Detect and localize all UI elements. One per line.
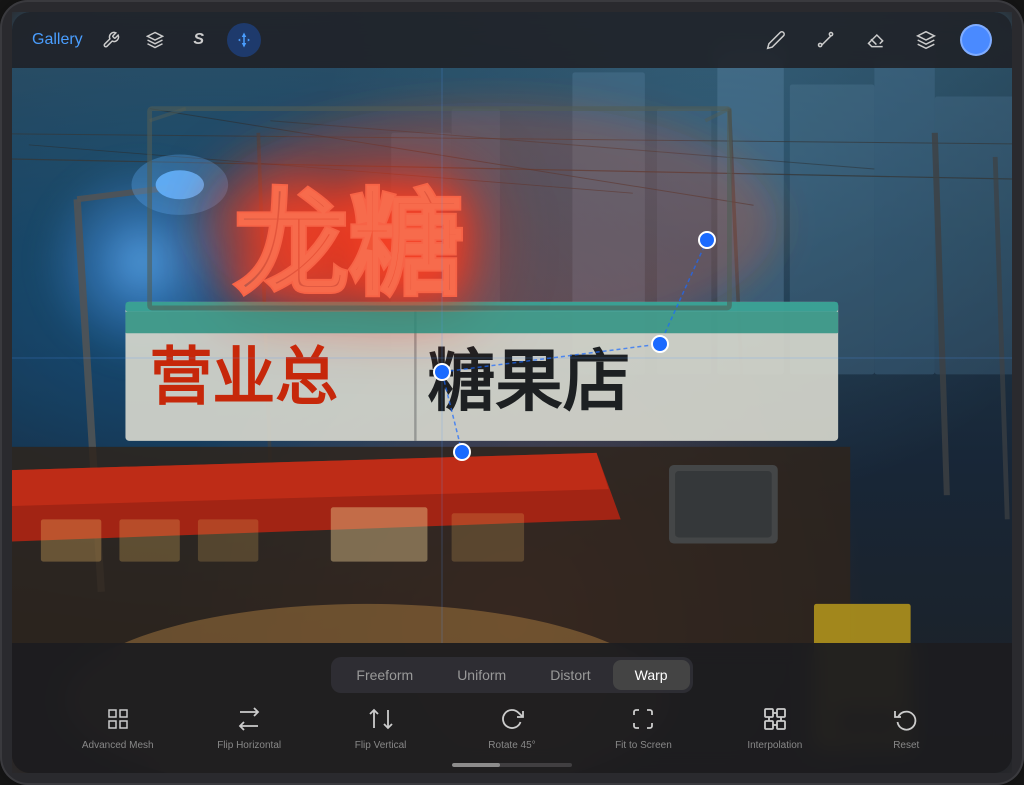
fit-to-screen-button[interactable]: Fit to Screen xyxy=(578,703,709,755)
eraser-tool-button[interactable] xyxy=(860,24,892,56)
flip-vertical-button[interactable]: Flip Vertical xyxy=(315,703,446,755)
freeform-tab[interactable]: Freeform xyxy=(334,660,435,690)
interpolation-button[interactable]: Interpolation xyxy=(709,703,840,755)
rotate-45-label: Rotate 45° xyxy=(488,740,535,751)
smudge-button[interactable]: S xyxy=(183,24,215,56)
wrench-button[interactable] xyxy=(95,24,127,56)
scroll-indicator xyxy=(452,763,572,767)
flip-vertical-label: Flip Vertical xyxy=(355,740,407,751)
advanced-mesh-icon xyxy=(106,707,130,735)
flip-vertical-icon xyxy=(369,707,393,735)
brush-tool-button[interactable] xyxy=(810,24,842,56)
reset-label: Reset xyxy=(893,740,919,751)
uniform-tab[interactable]: Uniform xyxy=(435,660,528,690)
interpolation-label: Interpolation xyxy=(747,740,802,751)
flip-horizontal-icon xyxy=(237,707,261,735)
gallery-button[interactable]: Gallery xyxy=(32,31,83,49)
color-selector[interactable] xyxy=(960,24,992,56)
pen-tool-button[interactable] xyxy=(760,24,792,56)
reset-button[interactable]: Reset xyxy=(841,703,972,755)
rotate-45-icon xyxy=(500,707,524,735)
adjustments-button[interactable] xyxy=(139,24,171,56)
flip-horizontal-label: Flip Horizontal xyxy=(217,740,281,751)
fit-to-screen-icon xyxy=(631,707,655,735)
fit-to-screen-label: Fit to Screen xyxy=(615,740,672,751)
rotate-45-button[interactable]: Rotate 45° xyxy=(446,703,577,755)
advanced-mesh-button[interactable]: Advanced Mesh xyxy=(52,703,183,755)
advanced-mesh-label: Advanced Mesh xyxy=(82,740,154,751)
screen: 营业总 糖果店 龙糖 龙糖 xyxy=(12,12,1012,773)
transform-button[interactable] xyxy=(227,23,261,57)
layers-button[interactable] xyxy=(910,24,942,56)
scroll-fill xyxy=(452,763,500,767)
street-light-glow xyxy=(42,162,242,362)
reset-icon xyxy=(894,707,918,735)
top-bar: Gallery S xyxy=(12,12,1012,68)
interpolation-icon xyxy=(763,707,787,735)
bottom-toolbar: Freeform Uniform Distort Warp Advanced M… xyxy=(12,643,1012,773)
flip-horizontal-button[interactable]: Flip Horizontal xyxy=(183,703,314,755)
tool-actions: Advanced Mesh Flip Horizontal xyxy=(12,703,1012,755)
top-left-tools: Gallery S xyxy=(32,23,261,57)
warp-tab[interactable]: Warp xyxy=(613,660,690,690)
tablet-frame: 营业总 糖果店 龙糖 龙糖 xyxy=(0,0,1024,785)
distort-tab[interactable]: Distort xyxy=(528,660,612,690)
top-right-tools xyxy=(760,24,992,56)
transform-mode-tabs: Freeform Uniform Distort Warp xyxy=(331,657,692,693)
